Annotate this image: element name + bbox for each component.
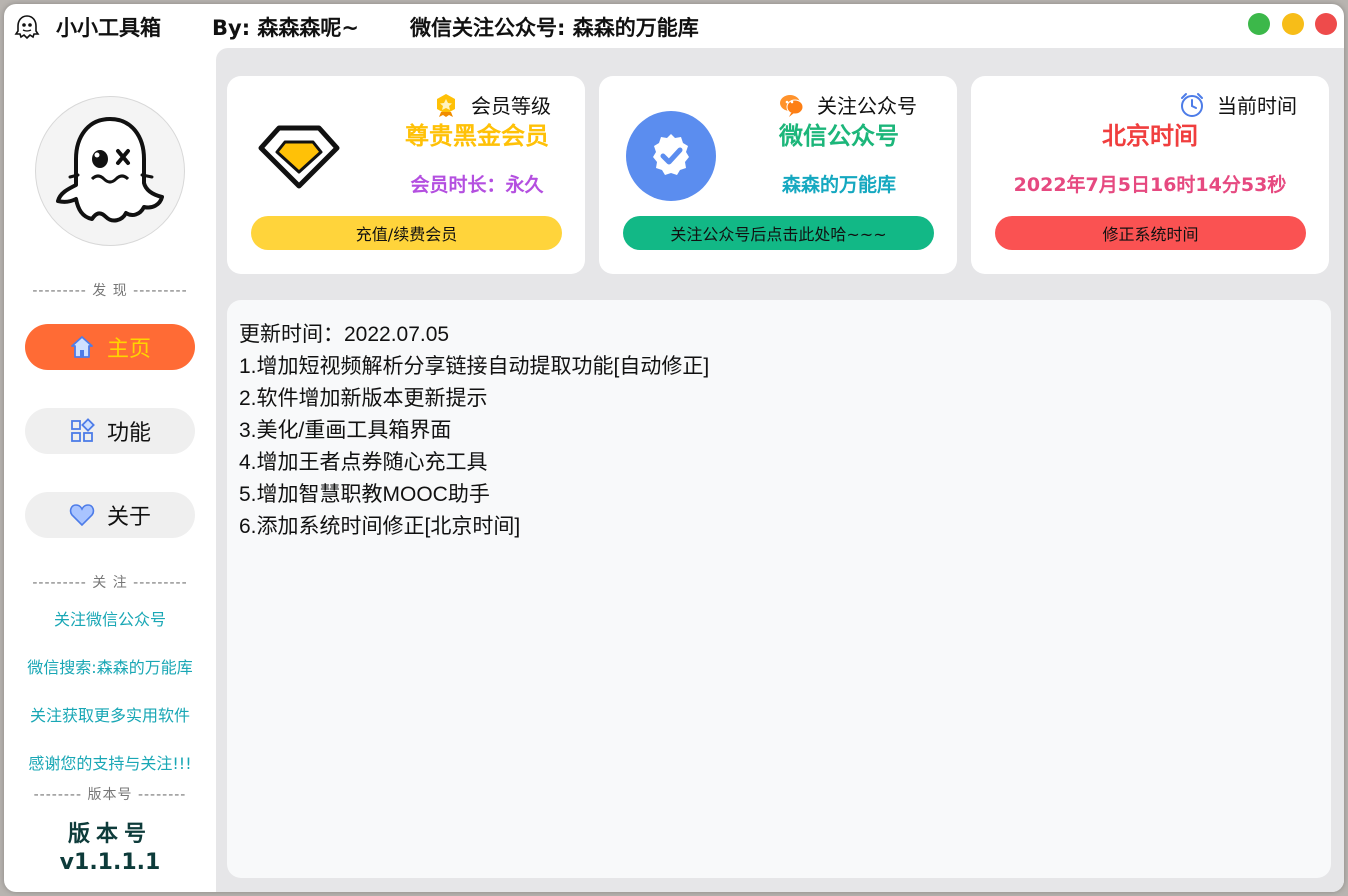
nav-about-label: 关于	[106, 505, 151, 530]
changelog-line: 2.软件增加新版本更新提示	[239, 387, 488, 410]
ghost-icon	[14, 15, 40, 40]
chat-bubble-icon	[780, 94, 804, 117]
current-time-value: 2022年7月5日16时14分53秒	[1013, 174, 1287, 196]
fix-system-time-button[interactable]: 修正系统时间	[995, 216, 1306, 250]
follow-card: 关注公众号 微信公众号 森森的万能库 关注公众号后点击此处哈~~~	[599, 76, 957, 274]
divider-follow: --------- 关 注 ---------	[32, 575, 188, 591]
nav-about-button[interactable]: 关于	[25, 492, 195, 538]
changelog-line: 更新时间：2022.07.05	[239, 323, 450, 346]
close-button[interactable]	[1315, 13, 1337, 35]
changelog-line: 5.增加智慧职教MOOC助手	[239, 483, 490, 506]
nav-home-label: 主页	[106, 337, 151, 362]
follow-header-label: 关注公众号	[817, 94, 917, 118]
heart-icon	[69, 504, 95, 527]
wechat-label: 微信关注公众号: 森森的万能库	[410, 16, 699, 40]
grid-icon	[71, 418, 95, 442]
diamond-icon	[258, 125, 340, 189]
app-window: 小小工具箱 By: 森森森呢~ 微信关注公众号: 森森的万能库 --------…	[4, 4, 1344, 892]
sidebar: --------- 发 现 --------- 主页 功能 关于 -------…	[4, 50, 216, 892]
follow-line[interactable]: 关注微信公众号	[4, 606, 216, 630]
home-icon	[71, 336, 93, 358]
time-card: 当前时间 北京时间 2022年7月5日16时14分53秒 修正系统时间	[971, 76, 1329, 274]
version-title: 版本号	[67, 822, 152, 847]
time-header-label: 当前时间	[1217, 94, 1297, 118]
follow-confirm-button[interactable]: 关注公众号后点击此处哈~~~	[623, 216, 934, 250]
follow-line[interactable]: 关注获取更多实用软件	[4, 702, 216, 726]
verified-badge-icon	[626, 111, 716, 201]
member-card-header: 会员等级	[433, 90, 551, 119]
changelog-line: 1.增加短视频解析分享链接自动提取功能[自动修正]	[239, 355, 710, 378]
member-duration: 会员时长：永久	[410, 174, 544, 196]
divider-discover: --------- 发 现 ---------	[32, 283, 188, 299]
changelog-panel[interactable]: 更新时间：2022.07.05 1.增加短视频解析分享链接自动提取功能[自动修正…	[227, 300, 1331, 878]
changelog-line: 3.美化/重画工具箱界面	[239, 419, 452, 442]
avatar[interactable]	[35, 96, 185, 246]
main-content: 会员等级 尊贵黑金会员 会员时长：永久 充值/续费会员 关注公众号 微信公众号 …	[216, 48, 1344, 892]
changelog-line: 4.增加王者点券随心充工具	[239, 451, 488, 474]
alarm-clock-icon	[1181, 92, 1203, 117]
title-bar[interactable]: 小小工具箱 By: 森森森呢~ 微信关注公众号: 森森的万能库	[4, 4, 1344, 50]
recharge-member-button[interactable]: 充值/续费会员	[251, 216, 562, 250]
divider-version: -------- 版本号 --------	[33, 787, 187, 803]
maximize-button[interactable]	[1248, 13, 1270, 35]
medal-icon	[437, 93, 455, 117]
time-card-header: 当前时间	[1179, 90, 1297, 119]
ghost-avatar-icon	[56, 117, 164, 223]
member-card: 会员等级 尊贵黑金会员 会员时长：永久 充值/续费会员	[227, 76, 585, 274]
minimize-button[interactable]	[1282, 13, 1304, 35]
follow-title: 微信公众号	[779, 122, 899, 150]
follow-account-name: 森森的万能库	[781, 174, 896, 196]
nav-home-button[interactable]: 主页	[25, 324, 195, 370]
changelog-line: 6.添加系统时间修正[北京时间]	[239, 515, 521, 538]
time-title: 北京时间	[1102, 122, 1198, 150]
member-title: 尊贵黑金会员	[405, 122, 549, 150]
follow-line[interactable]: 微信搜索:森森的万能库	[4, 654, 216, 678]
author-label: By: 森森森呢~	[212, 16, 359, 40]
app-title: 小小工具箱	[56, 16, 161, 40]
version-number: v1.1.1.1	[59, 850, 161, 875]
member-header-label: 会员等级	[471, 94, 551, 118]
nav-features-button[interactable]: 功能	[25, 408, 195, 454]
nav-features-label: 功能	[106, 421, 151, 446]
follow-card-header: 关注公众号	[779, 90, 917, 119]
follow-line[interactable]: 感谢您的支持与关注!!!	[4, 750, 216, 774]
